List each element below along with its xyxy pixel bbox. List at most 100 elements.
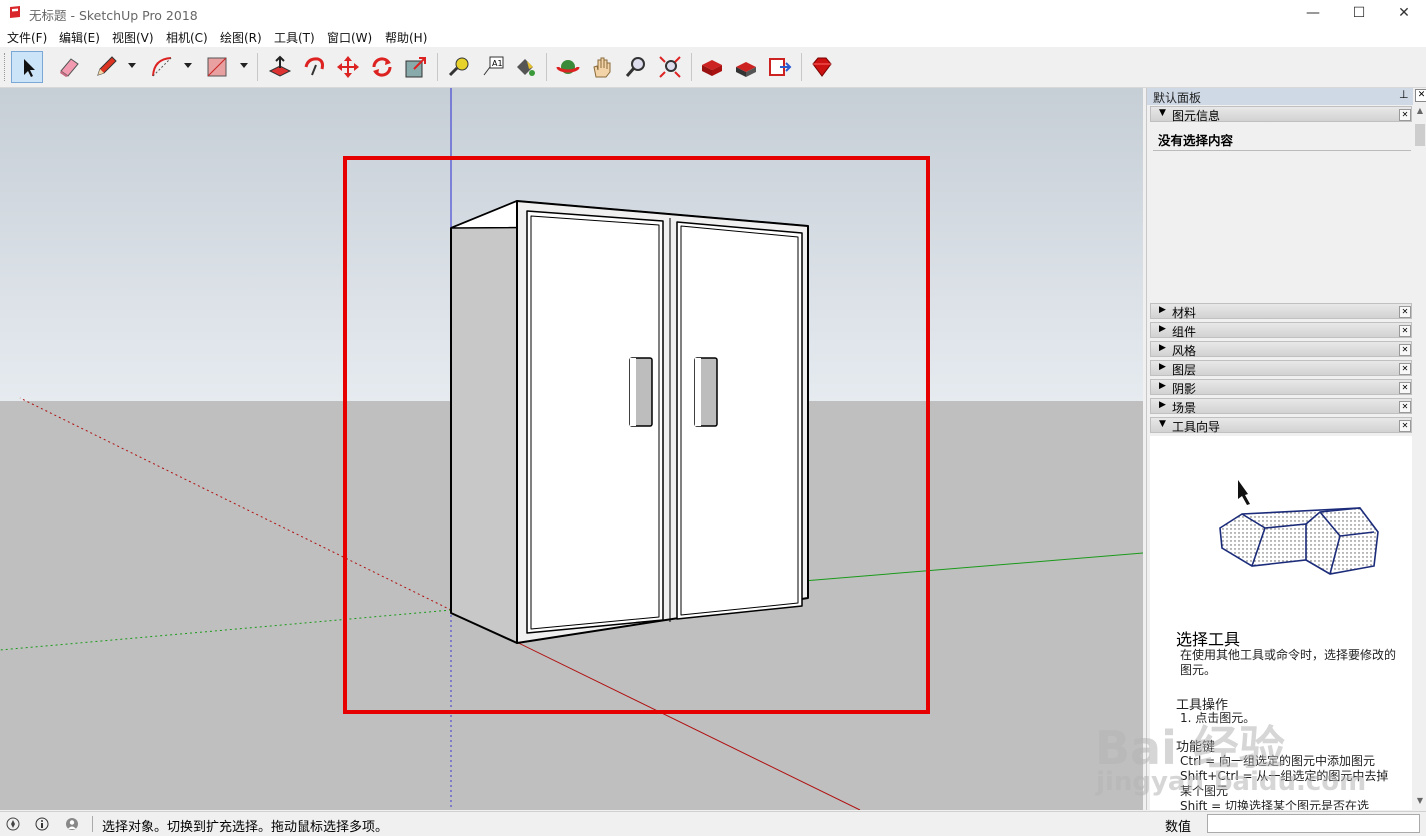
measurements-label: 数值 <box>1165 820 1192 835</box>
panel-entity-info[interactable]: ▼ 图元信息 ✕ <box>1150 106 1412 123</box>
close-icon[interactable]: ✕ <box>1399 363 1411 375</box>
share-model-button[interactable] <box>764 51 796 83</box>
maximize-button[interactable]: ☐ <box>1336 0 1382 26</box>
title-bar: 无标题 - SketchUp Pro 2018 — ☐ ✕ <box>0 0 1426 26</box>
scale-icon <box>405 57 426 78</box>
orbit-icon <box>556 60 580 74</box>
close-icon[interactable]: ✕ <box>1399 344 1411 356</box>
panel-label: 组件 <box>1172 325 1197 339</box>
panel-materials[interactable]: ▶ 材料 ✕ <box>1150 303 1412 320</box>
panel-instructor[interactable]: ▼ 工具向导 ✕ <box>1150 417 1412 434</box>
arc-icon <box>152 57 172 77</box>
panel-label: 图元信息 <box>1172 109 1221 123</box>
panel-label: 风格 <box>1172 344 1197 358</box>
measurements-input[interactable] <box>1207 814 1420 833</box>
close-icon[interactable]: ✕ <box>1399 325 1411 337</box>
text-icon: A1 <box>483 56 504 76</box>
chevron-down-icon[interactable] <box>238 59 250 71</box>
status-bar: 选择对象。切换到扩充选择。拖动鼠标选择多项。 数值 <box>0 811 1426 836</box>
toolbar-grip[interactable] <box>4 53 8 81</box>
status-text: 选择对象。切换到扩充选择。拖动鼠标选择多项。 <box>102 820 389 835</box>
follow-me-tool-button[interactable] <box>298 51 330 83</box>
panel-label: 场景 <box>1172 401 1197 415</box>
move-tool-button[interactable] <box>332 51 364 83</box>
follow-me-icon <box>304 57 324 76</box>
wardrobe-model[interactable] <box>450 200 809 644</box>
zoom-icon <box>625 57 645 77</box>
arc-tool-button[interactable] <box>146 51 178 83</box>
user-icon[interactable] <box>65 817 79 831</box>
panel-components[interactable]: ▶ 组件 ✕ <box>1150 322 1412 339</box>
svg-text:A1: A1 <box>492 59 503 68</box>
eraser-icon <box>60 58 79 77</box>
tray-title: 默认面板 <box>1153 91 1202 105</box>
tape-measure-tool-button[interactable] <box>443 51 475 83</box>
panel-shadows[interactable]: ▶ 阴影 ✕ <box>1150 379 1412 396</box>
warehouse-icon <box>702 60 722 76</box>
sketchup-logo-icon <box>10 6 20 18</box>
close-button[interactable]: ✕ <box>1381 0 1426 26</box>
panel-scenes[interactable]: ▶ 场景 ✕ <box>1150 398 1412 415</box>
tray-close-icon[interactable]: ✕ <box>1415 89 1426 102</box>
geolocation-icon[interactable] <box>6 817 20 831</box>
close-icon[interactable]: ✕ <box>1399 382 1411 394</box>
model-viewport[interactable] <box>0 88 1143 810</box>
scroll-thumb[interactable] <box>1415 124 1425 146</box>
close-icon[interactable]: ✕ <box>1399 420 1411 432</box>
menu-edit[interactable]: 编辑(E) <box>59 29 100 46</box>
rotate-tool-button[interactable] <box>366 51 398 83</box>
triangle-right-icon: ▶ <box>1159 343 1166 353</box>
toolbar-separator <box>437 53 438 81</box>
triangle-down-icon: ▼ <box>1159 419 1166 429</box>
extension-warehouse-button[interactable] <box>730 51 762 83</box>
chevron-down-icon[interactable] <box>126 59 138 71</box>
panel-layers[interactable]: ▶ 图层 ✕ <box>1150 360 1412 377</box>
paint-bucket-tool-button[interactable] <box>509 51 541 83</box>
orbit-tool-button[interactable] <box>552 51 584 83</box>
move-icon <box>337 56 359 78</box>
close-icon[interactable]: ✕ <box>1399 109 1411 121</box>
menu-file[interactable]: 文件(F) <box>7 29 47 46</box>
push-pull-icon <box>268 55 292 77</box>
triangle-right-icon: ▶ <box>1159 305 1166 315</box>
scale-tool-button[interactable] <box>400 51 432 83</box>
minimize-button[interactable]: — <box>1290 0 1336 26</box>
chevron-down-icon[interactable] <box>182 59 194 71</box>
select-tool-illustration <box>1219 480 1379 575</box>
panel-styles[interactable]: ▶ 风格 ✕ <box>1150 341 1412 358</box>
select-tool-button[interactable] <box>11 51 43 83</box>
triangle-right-icon: ▶ <box>1159 324 1166 334</box>
close-icon[interactable]: ✕ <box>1399 306 1411 318</box>
triangle-down-icon: ▼ <box>1159 108 1166 118</box>
tray-scrollbar[interactable]: ▲ ▼ <box>1414 106 1426 810</box>
info-icon[interactable] <box>35 817 49 831</box>
menu-view[interactable]: 视图(V) <box>112 29 154 46</box>
rectangle-tool-button[interactable] <box>201 51 233 83</box>
panel-label: 材料 <box>1172 306 1197 320</box>
text-tool-button[interactable]: A1 <box>477 51 509 83</box>
select-icon <box>24 59 35 77</box>
scene-canvas <box>0 88 1143 810</box>
extension-warehouse-icon <box>736 62 756 77</box>
menu-draw[interactable]: 绘图(R) <box>220 29 262 46</box>
toolbar-separator <box>257 53 258 81</box>
close-icon[interactable]: ✕ <box>1399 401 1411 413</box>
pin-icon[interactable]: ⊥ <box>1399 88 1409 101</box>
pencil-tool-button[interactable] <box>90 51 122 83</box>
warehouse-button[interactable] <box>696 51 728 83</box>
menu-bar: 文件(F) 编辑(E) 视图(V) 相机(C) 绘图(R) 工具(T) 窗口(W… <box>0 26 1426 47</box>
menu-camera[interactable]: 相机(C) <box>166 29 208 46</box>
pan-tool-button[interactable] <box>586 51 618 83</box>
menu-tools[interactable]: 工具(T) <box>274 29 315 46</box>
scroll-down-icon[interactable]: ▼ <box>1414 796 1426 808</box>
eraser-tool-button[interactable] <box>53 51 85 83</box>
triangle-right-icon: ▶ <box>1159 381 1166 391</box>
push-pull-tool-button[interactable] <box>264 51 296 83</box>
menu-help[interactable]: 帮助(H) <box>385 29 427 46</box>
scroll-up-icon[interactable]: ▲ <box>1414 106 1426 118</box>
zoom-tool-button[interactable] <box>620 51 652 83</box>
menu-window[interactable]: 窗口(W) <box>327 29 372 46</box>
zoom-extents-tool-button[interactable] <box>654 51 686 83</box>
ruby-console-button[interactable] <box>806 51 838 83</box>
default-tray: 默认面板 ⊥ ✕ ▼ 图元信息 ✕ 没有选择内容 ▶ 材料 ✕ ▶ 组件 ✕ ▶… <box>1146 88 1426 810</box>
